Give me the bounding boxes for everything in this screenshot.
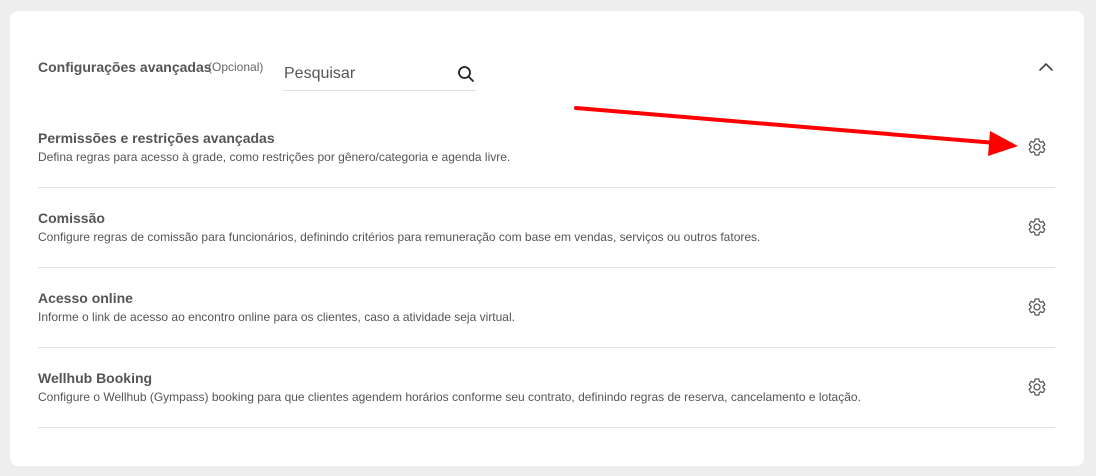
search-icon[interactable] [457,65,475,83]
row-title: Wellhub Booking [38,370,153,386]
gear-icon[interactable] [1027,377,1047,397]
section-title: Configurações avançadas [38,59,212,75]
gear-icon[interactable] [1027,297,1047,317]
settings-row-online-access: Acesso online Informe o link de acesso a… [38,267,1055,348]
advanced-settings-card: Configurações avançadas (Opcional) Permi… [10,11,1084,466]
optional-label: (Opcional) [208,60,264,74]
section-header: Configurações avançadas (Opcional) [10,11,1084,111]
row-description: Configure regras de comissão para funcio… [38,230,761,244]
row-title: Acesso online [38,290,133,306]
row-description: Defina regras para acesso à grade, como … [38,150,511,164]
settings-row-permissions: Permissões e restrições avançadas Defina… [38,107,1055,188]
gear-icon[interactable] [1027,137,1047,157]
row-title: Permissões e restrições avançadas [38,130,275,146]
row-title: Comissão [38,210,105,226]
search-input[interactable] [283,60,449,88]
search-box [283,60,476,91]
row-description: Informe o link de acesso ao encontro onl… [38,310,515,324]
settings-row-commission: Comissão Configure regras de comissão pa… [38,187,1055,268]
settings-row-wellhub-booking: Wellhub Booking Configure o Wellhub (Gym… [38,347,1055,428]
row-description: Configure o Wellhub (Gympass) booking pa… [38,390,861,404]
chevron-up-icon[interactable] [1036,57,1056,77]
gear-icon[interactable] [1027,217,1047,237]
